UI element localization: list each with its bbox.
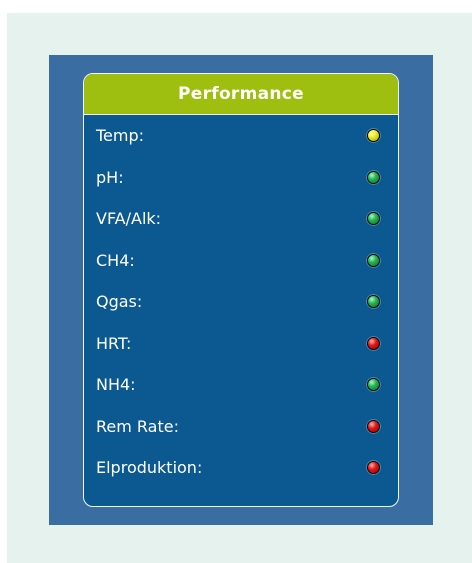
indicator-label: NH4: bbox=[96, 375, 136, 395]
status-led-icon bbox=[367, 212, 380, 226]
status-led-icon bbox=[367, 170, 380, 184]
performance-card: Performance Temp: pH: VFA/Alk: CH4: Qgas… bbox=[83, 73, 399, 507]
status-led-icon bbox=[367, 253, 380, 267]
status-led-icon bbox=[367, 129, 380, 143]
status-led-icon bbox=[367, 461, 380, 475]
indicator-row-elproduktion: Elproduktion: bbox=[84, 447, 398, 489]
indicator-label: pH: bbox=[96, 167, 124, 187]
card-header: Performance bbox=[84, 74, 398, 115]
indicator-row-ph: pH: bbox=[84, 157, 398, 199]
status-led-icon bbox=[367, 295, 380, 309]
status-led-icon bbox=[367, 336, 380, 350]
indicator-row-rem-rate: Rem Rate: bbox=[84, 406, 398, 448]
indicator-label: Elproduktion: bbox=[96, 458, 203, 478]
indicator-label: VFA/Alk: bbox=[96, 209, 162, 229]
indicator-row-hrt: HRT: bbox=[84, 323, 398, 365]
status-led-icon bbox=[367, 419, 380, 433]
indicator-row-vfa-alk: VFA/Alk: bbox=[84, 198, 398, 240]
indicator-row-nh4: NH4: bbox=[84, 364, 398, 406]
status-led-icon bbox=[367, 378, 380, 392]
indicator-list: Temp: pH: VFA/Alk: CH4: Qgas: HRT: NH4: bbox=[84, 115, 398, 489]
indicator-label: CH4: bbox=[96, 250, 135, 270]
indicator-label: Rem Rate: bbox=[96, 416, 179, 436]
card-title: Performance bbox=[177, 84, 305, 104]
indicator-label: HRT: bbox=[96, 333, 132, 353]
indicator-row-temp: Temp: bbox=[84, 115, 398, 157]
indicator-label: Qgas: bbox=[96, 292, 143, 312]
indicator-row-ch4: CH4: bbox=[84, 240, 398, 282]
indicator-row-qgas: Qgas: bbox=[84, 281, 398, 323]
indicator-label: Temp: bbox=[96, 126, 145, 146]
